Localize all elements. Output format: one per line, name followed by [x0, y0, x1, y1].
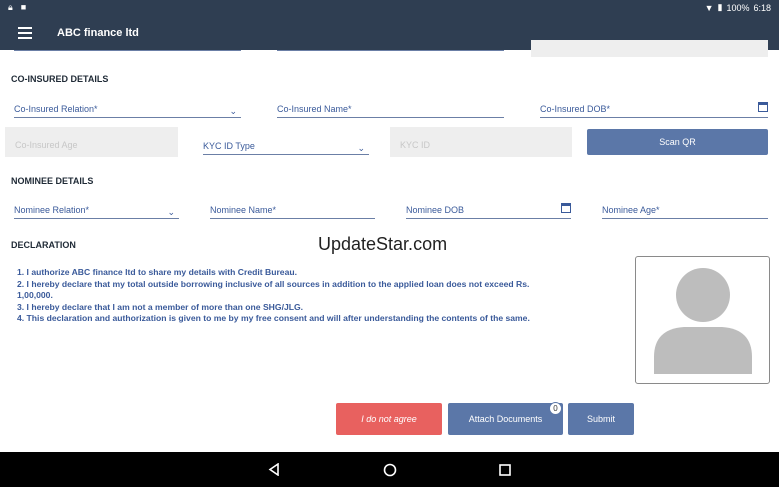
previous-field-1[interactable] [14, 40, 241, 51]
declaration-line: 4. This declaration and authorization is… [17, 313, 530, 324]
attach-documents-label: Attach Documents [468, 414, 543, 424]
battery-level: 100% [726, 2, 750, 13]
nominee-name-field[interactable]: Nominee Name* [210, 202, 375, 219]
submit-button[interactable]: Submit [568, 403, 634, 435]
coinsured-age-field: Co-Insured Age [5, 127, 178, 157]
nominee-relation-label: Nominee Relation* [14, 205, 90, 215]
chevron-down-icon: ⌄ [357, 143, 365, 153]
recents-icon[interactable] [499, 464, 511, 476]
nominee-name-label: Nominee Name* [210, 205, 277, 215]
menu-icon[interactable] [18, 27, 32, 39]
coinsured-relation-label: Co-Insured Relation* [14, 104, 98, 114]
system-nav-bar [0, 452, 779, 487]
coinsured-heading: CO-INSURED DETAILS [11, 74, 109, 84]
android-icon: ■ [20, 2, 27, 12]
photo-placeholder[interactable] [635, 256, 770, 384]
declaration-line: 1,00,000. [17, 290, 53, 301]
coinsured-dob-label: Co-Insured DOB* [540, 104, 611, 114]
calendar-icon[interactable] [561, 203, 571, 213]
declaration-line: 1. I authorize ABC finance ltd to share … [17, 267, 297, 277]
declaration-line: 3. I hereby declare that I am not a memb… [17, 301, 304, 312]
scan-qr-button[interactable]: Scan QR [587, 129, 768, 155]
chevron-down-icon: ⌄ [167, 207, 175, 217]
calendar-icon[interactable] [758, 102, 768, 112]
watermark: UpdateStar.com [318, 234, 448, 254]
coinsured-age-label: Co-Insured Age [15, 140, 78, 150]
nominee-age-label: Nominee Age* [602, 205, 660, 215]
attachment-count-badge: 0 [549, 402, 562, 415]
kyc-id-label: KYC ID [400, 140, 431, 150]
previous-field-2[interactable] [277, 40, 504, 51]
battery-icon: ▮ [717, 2, 723, 12]
coinsured-relation-dropdown[interactable]: Co-Insured Relation* ⌄ [14, 101, 241, 118]
nominee-dob-label: Nominee DOB [406, 205, 465, 215]
coinsured-dob-field[interactable]: Co-Insured DOB* [540, 101, 768, 118]
coinsured-name-field[interactable]: Co-Insured Name* [277, 101, 504, 118]
back-icon[interactable] [268, 463, 280, 476]
declaration-line: 2. I hereby declare that my total outsid… [17, 278, 530, 289]
submit-label: Submit [586, 414, 615, 424]
avatar-icon [654, 268, 752, 374]
previous-field-3 [531, 40, 768, 57]
nominee-relation-dropdown[interactable]: Nominee Relation* ⌄ [14, 202, 179, 219]
clock: 6:18 [753, 2, 771, 13]
kyc-id-type-label: KYC ID Type [203, 141, 255, 151]
coinsured-name-label: Co-Insured Name* [277, 104, 352, 114]
disagree-label: I do not agree [361, 414, 417, 424]
wifi-icon: ▼ [704, 2, 714, 13]
chevron-down-icon: ⌄ [229, 106, 237, 116]
declaration-heading: DECLARATION [11, 240, 76, 250]
nominee-dob-field[interactable]: Nominee DOB [406, 202, 571, 219]
kyc-id-field: KYC ID [390, 127, 572, 157]
attach-documents-button[interactable]: Attach Documents [448, 403, 563, 435]
app-title: ABC finance ltd [57, 27, 139, 39]
kyc-id-type-dropdown[interactable]: KYC ID Type ⌄ [203, 138, 369, 155]
nominee-age-field[interactable]: Nominee Age* [602, 202, 768, 219]
status-bar: 🔒︎ ■ ▼ ▮ 100% 6:18 [0, 0, 779, 16]
disagree-button[interactable]: I do not agree [336, 403, 442, 435]
lock-icon: 🔒︎ [8, 2, 13, 12]
declaration-text: 1. I authorize ABC finance ltd to share … [17, 267, 530, 325]
scan-qr-label: Scan QR [659, 137, 696, 147]
nominee-heading: NOMINEE DETAILS [11, 176, 94, 186]
home-icon[interactable] [383, 463, 397, 477]
